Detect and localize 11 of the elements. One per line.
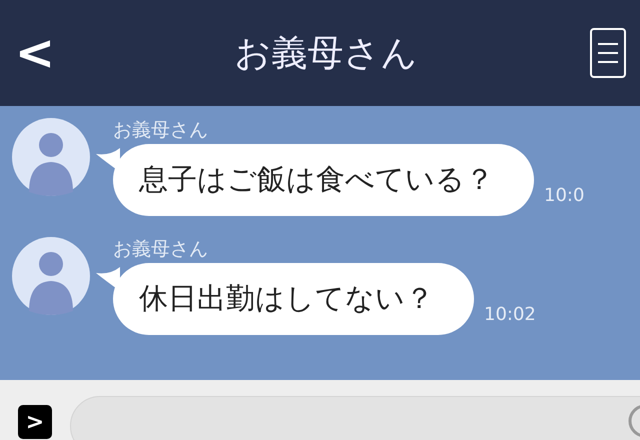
avatar[interactable]: [12, 118, 90, 196]
message-time: 10:0: [544, 185, 584, 206]
message-bubble: 息子はご飯は食べている？: [113, 144, 534, 216]
sender-name: お義母さん: [113, 118, 209, 143]
expand-button[interactable]: >: [18, 405, 52, 439]
message-time: 10:02: [484, 304, 536, 325]
chat-title: お義母さん: [234, 32, 418, 76]
sender-name: お義母さん: [113, 237, 209, 262]
back-button[interactable]: <: [0, 0, 70, 106]
avatar[interactable]: [12, 237, 90, 315]
message-bubble: 休日出勤はしてない？: [113, 263, 474, 335]
